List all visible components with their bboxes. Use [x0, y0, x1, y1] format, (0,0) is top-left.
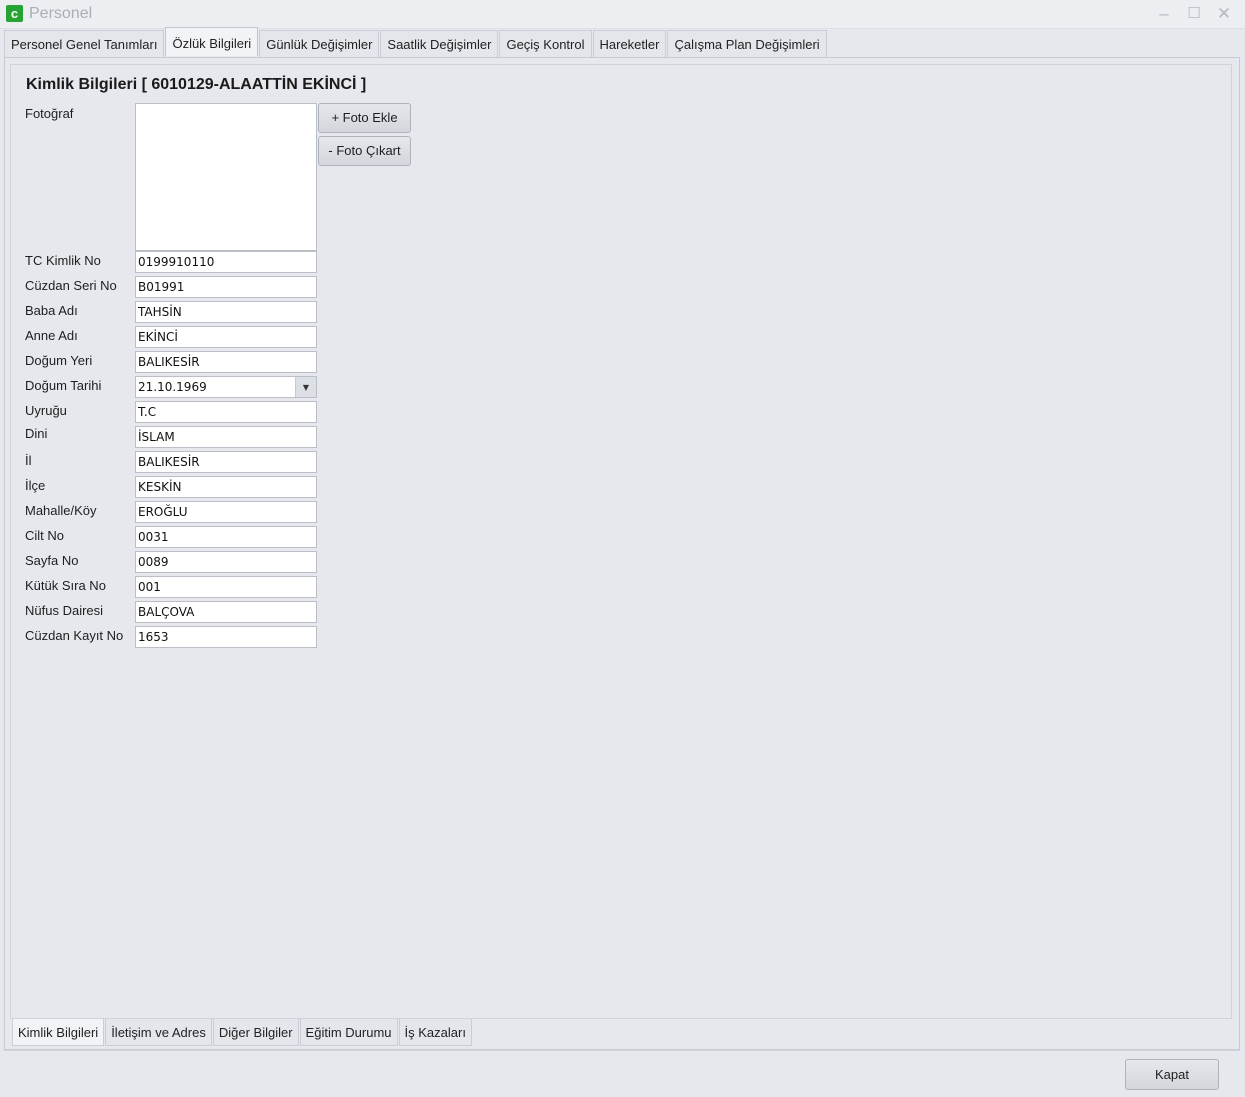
uyrugu-label: Uyruğu	[25, 403, 67, 418]
tab-gecis-kontrol[interactable]: Geçiş Kontrol	[499, 30, 592, 57]
il-field[interactable]: BALIKESİR	[135, 451, 317, 473]
mahalle-koy-label: Mahalle/Köy	[25, 503, 97, 518]
anne-adi-label: Anne Adı	[25, 328, 78, 343]
close-icon[interactable]: ✕	[1212, 3, 1236, 25]
section-title: Kimlik Bilgileri [ 6010129-ALAATTİN EKİN…	[26, 76, 367, 93]
baba-adi-field[interactable]: TAHSİN	[135, 301, 317, 323]
sub-tab-strip: Kimlik Bilgileri İletişim ve Adres Diğer…	[12, 1019, 473, 1046]
tab-hareketler[interactable]: Hareketler	[592, 30, 667, 57]
tab-saatlik-degisimler[interactable]: Saatlik Değişimler	[380, 30, 499, 57]
tab-personel-genel-tanimlari[interactable]: Personel Genel Tanımları	[4, 30, 165, 57]
baba-adi-label: Baba Adı	[25, 303, 78, 318]
ilce-label: İlçe	[25, 478, 46, 493]
cuzdan-kayit-no-label: Cüzdan Kayıt No	[25, 628, 124, 643]
dogum-tarihi-value: 21.10.1969	[138, 380, 207, 394]
add-photo-button[interactable]: + Foto Ekle	[318, 103, 411, 133]
maximize-icon[interactable]: ☐	[1182, 3, 1206, 25]
tab-calisma-plan-degisimleri[interactable]: Çalışma Plan Değişimleri	[667, 30, 827, 57]
window-title: Personel	[29, 5, 93, 22]
main-tab-strip: Personel Genel Tanımları Özlük Bilgileri…	[4, 27, 828, 57]
remove-photo-button[interactable]: - Foto Çıkart	[318, 136, 411, 166]
kutuk-sira-no-label: Kütük Sıra No	[25, 578, 106, 593]
dogum-tarihi-field[interactable]: 21.10.1969 ▼	[135, 376, 317, 398]
mahalle-koy-field[interactable]: EROĞLU	[135, 501, 317, 523]
chevron-down-icon[interactable]: ▼	[295, 377, 316, 397]
title-bar: c Personel – ☐ ✕	[0, 0, 1245, 29]
tab-is-kazalari[interactable]: İş Kazaları	[398, 1019, 472, 1046]
cilt-no-field[interactable]: 0031	[135, 526, 317, 548]
dogum-tarihi-label: Doğum Tarihi	[25, 378, 102, 393]
nufus-dairesi-label: Nüfus Dairesi	[25, 603, 104, 618]
tab-egitim-durumu[interactable]: Eğitim Durumu	[299, 1019, 398, 1046]
cuzdan-seri-no-label: Cüzdan Seri No	[25, 278, 117, 293]
tc-kimlik-no-field[interactable]: 0199910110	[135, 251, 317, 273]
tab-gunluk-degisimler[interactable]: Günlük Değişimler	[259, 30, 380, 57]
nufus-dairesi-field[interactable]: BALÇOVA	[135, 601, 317, 623]
footer-divider	[4, 1050, 1240, 1051]
cuzdan-seri-no-field[interactable]: B01991	[135, 276, 317, 298]
dini-label: Dini	[25, 426, 48, 441]
anne-adi-field[interactable]: EKİNCİ	[135, 326, 317, 348]
tc-kimlik-no-label: TC Kimlik No	[25, 253, 101, 268]
kutuk-sira-no-field[interactable]: 001	[135, 576, 317, 598]
cuzdan-kayit-no-field[interactable]: 1653	[135, 626, 317, 648]
tab-kimlik-bilgileri[interactable]: Kimlik Bilgileri	[12, 1019, 105, 1046]
tab-ozluk-bilgileri[interactable]: Özlük Bilgileri	[165, 27, 259, 56]
photo-box	[135, 103, 317, 251]
app-logo-icon: c	[6, 5, 23, 22]
minimize-icon[interactable]: –	[1152, 3, 1176, 25]
ilce-field[interactable]: KESKİN	[135, 476, 317, 498]
il-label: İl	[25, 453, 32, 468]
photo-label: Fotoğraf	[25, 106, 74, 121]
tab-diger-bilgiler[interactable]: Diğer Bilgiler	[212, 1019, 299, 1046]
dini-field[interactable]: İSLAM	[135, 426, 317, 448]
uyrugu-field[interactable]: T.C	[135, 401, 317, 423]
sayfa-no-label: Sayfa No	[25, 553, 79, 568]
dogum-yeri-field[interactable]: BALIKESİR	[135, 351, 317, 373]
kapat-button[interactable]: Kapat	[1125, 1059, 1219, 1090]
cilt-no-label: Cilt No	[25, 528, 65, 543]
dogum-yeri-label: Doğum Yeri	[25, 353, 93, 368]
tab-iletisim-ve-adres[interactable]: İletişim ve Adres	[105, 1019, 212, 1046]
sayfa-no-field[interactable]: 0089	[135, 551, 317, 573]
